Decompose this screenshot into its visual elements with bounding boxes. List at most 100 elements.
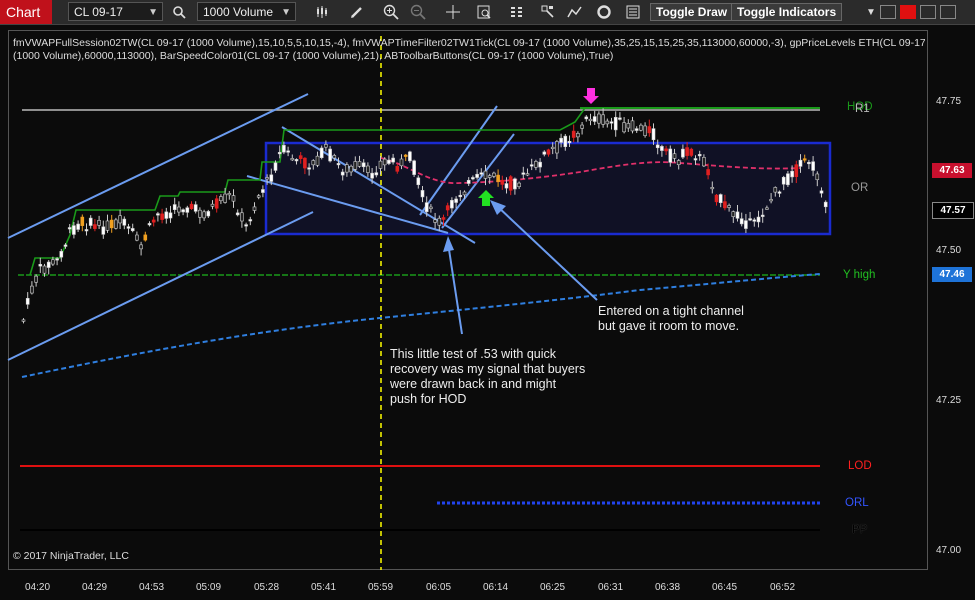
candle-body [685,147,689,156]
candle-body [315,155,320,166]
candle-body [206,211,211,217]
candle-body [51,259,55,265]
candle-body [748,218,752,221]
candle-body [408,151,412,162]
candle-body [546,149,551,155]
candle-body [332,155,337,159]
candle-body [500,179,505,185]
candle-body [324,144,328,148]
arrow-head-1 [443,236,454,252]
time-tick: 05:41 [311,582,337,593]
candle-body [30,285,34,294]
candle-body [525,173,530,176]
candle-body [391,157,395,163]
candle-body [55,258,59,261]
candle-body [21,319,26,322]
candle-body [172,204,177,210]
candle-body [282,145,286,153]
candle-body [609,121,614,124]
lod-label: LOD [848,460,872,472]
candle-body [647,126,652,134]
candle-body [513,178,517,190]
candle-body [601,114,605,125]
current-price-label: 47.57 [932,202,974,219]
candle-body [529,164,534,167]
candle-body [273,162,278,171]
candle-body [80,216,85,226]
candle-body [487,175,492,178]
candle-body [697,154,702,157]
candle-body [727,205,731,208]
candle-body [576,133,580,138]
candle-body [38,264,43,267]
candle-body [664,148,668,152]
candle-body [676,160,681,165]
time-tick: 06:25 [540,582,566,593]
candle-body [714,194,719,203]
candle-body [702,157,706,167]
candle-body [492,172,496,177]
time-tick: 05:59 [368,582,394,593]
candle-body [382,158,387,166]
candle-body [802,158,807,161]
candle-body [584,116,589,120]
candle-body [139,244,143,250]
time-tick: 04:53 [139,582,165,593]
candle-body [189,203,194,210]
candle-body [508,176,513,191]
candle-body [72,225,76,235]
candle-body [240,212,244,222]
candle-body [109,219,114,229]
candle-body [248,219,253,222]
price-axis[interactable]: 47.75 47.50 47.25 47.00 47.63 47.57 47.4… [928,30,975,570]
candle-body [244,224,248,227]
time-tick: 06:38 [655,582,681,593]
pp-label: PP [852,524,868,536]
candle-body [202,211,206,219]
price-tick: 47.75 [936,96,962,107]
price-tick: 47.50 [936,245,962,256]
candle-body [361,162,366,168]
candle-body [580,124,584,129]
candle-body [46,261,51,268]
candle-body [328,148,332,162]
candle-body [67,227,72,230]
indicator-legend: fmVWAPFullSession02TW(CL 09-17 (1000 Vol… [13,37,925,63]
candle-body [143,234,148,241]
candle-body [643,125,647,136]
time-tick: 06:52 [770,582,796,593]
candle-body [668,148,673,163]
candle-body [555,141,559,154]
annotation-entry-note: Entered on a tight channel but gave it r… [598,304,744,333]
candle-body [655,144,660,149]
candle-body [798,159,803,167]
candle-body [773,187,778,193]
candle-body [319,147,324,159]
candle-body [454,198,458,203]
candle-body [114,219,118,229]
candle-body [307,167,311,170]
candle-body [420,190,425,198]
candle-body [424,202,429,212]
candle-body [345,164,349,173]
candle-body [387,159,391,164]
time-axis[interactable]: 04:20 04:29 04:53 05:09 05:28 05:41 05:5… [8,570,928,600]
candle-body [639,124,643,131]
candle-body [235,212,240,216]
candle-body [177,206,181,213]
candle-body [156,213,160,216]
arrow-line-1 [447,242,463,335]
candle-body [613,117,618,131]
candle-body [479,172,484,175]
candle-body [403,154,408,157]
candle-body [63,244,68,247]
or-label: OR [851,182,869,194]
orl-label: ORL [845,497,869,509]
candle-body [429,206,433,209]
candle-body [756,216,761,223]
candle-body [378,160,383,169]
candle-body [252,206,257,211]
candle-body [395,166,400,172]
candle-body [567,140,572,144]
candle-body [634,128,639,131]
